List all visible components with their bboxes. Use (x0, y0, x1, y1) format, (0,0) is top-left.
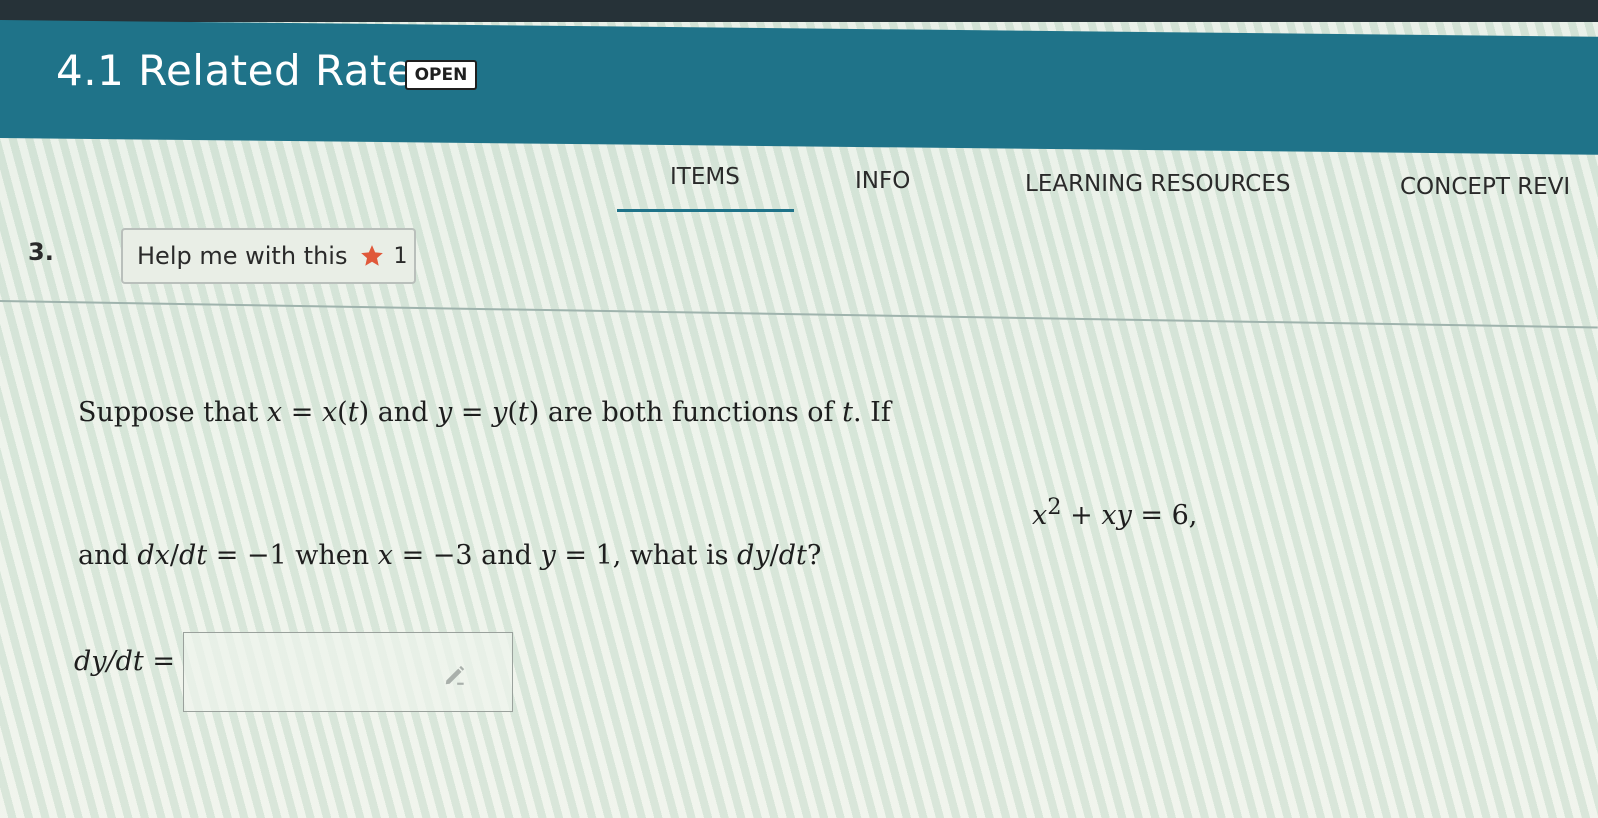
tab-concept-review[interactable]: CONCEPT REVI (1400, 174, 1570, 200)
active-tab-indicator (617, 209, 794, 212)
status-badge: OPEN (405, 60, 477, 90)
browser-top-strip (0, 0, 1598, 22)
answer-label: dy/dt = (74, 646, 175, 677)
tab-bar: ITEMS INFO LEARNING RESOURCES CONCEPT RE… (0, 160, 1598, 220)
tab-learning-resources[interactable]: LEARNING RESOURCES (1025, 171, 1290, 197)
problem-statement-line-2: and dx/dt = −1 when x = −3 and y = 1, wh… (78, 540, 822, 571)
page-title: 4.1 Related Rates (56, 46, 436, 95)
help-me-button[interactable]: Help me with this 1 (121, 228, 416, 284)
tab-info[interactable]: INFO (855, 168, 910, 194)
question-number: 3. (28, 238, 54, 266)
tab-items[interactable]: ITEMS (670, 164, 740, 190)
pencil-icon[interactable] (442, 661, 468, 687)
problem-statement-line-1: Suppose that x = x(t) and y = y(t) are b… (78, 397, 891, 428)
help-button-label: Help me with this (137, 242, 348, 270)
star-icon (361, 245, 384, 266)
given-equation: x2 + xy = 6, (1032, 494, 1198, 531)
answer-input[interactable] (190, 639, 434, 705)
help-count: 1 (393, 243, 408, 269)
answer-field[interactable] (183, 632, 513, 712)
